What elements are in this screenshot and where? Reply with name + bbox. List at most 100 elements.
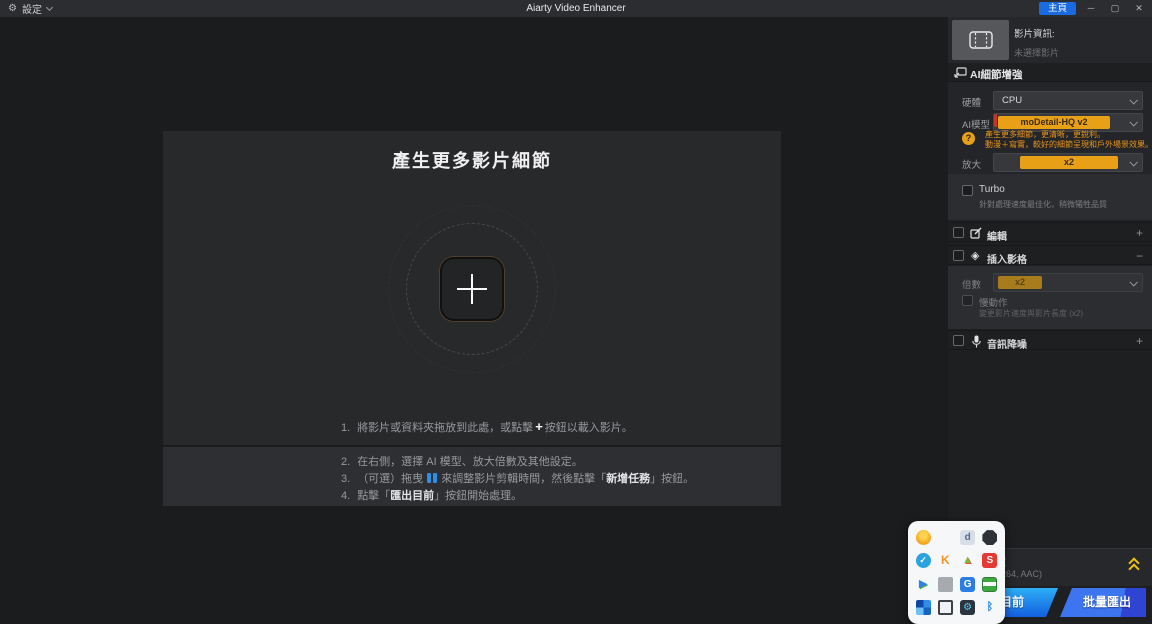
home-button[interactable]: 主頁: [1039, 2, 1076, 15]
step-number: 4.: [341, 490, 350, 502]
tray-icon-green-video-app[interactable]: [979, 573, 1001, 596]
titlebar: ⚙ 設定 Aiarty Video Enhancer 主頁 ─ ▢ ✕: [0, 0, 1152, 17]
edit-icon: [970, 227, 982, 239]
help-icon[interactable]: ?: [962, 132, 975, 145]
slow-motion-checkbox[interactable]: [962, 295, 973, 306]
minimize-button[interactable]: ─: [1082, 0, 1100, 17]
interpolation-checkbox[interactable]: [953, 250, 964, 261]
page-title: 產生更多影片細節: [163, 147, 781, 173]
tray-icon-mountain-app[interactable]: ▲: [957, 549, 979, 572]
add-video-button[interactable]: [440, 257, 504, 321]
film-icon: [969, 31, 993, 49]
hardware-dropdown[interactable]: CPU: [993, 91, 1143, 110]
instruction-step-4: 4.點擊「匯出目前」按鈕開始處理。: [341, 487, 522, 503]
audio-denoise-label: 音訊降噪: [987, 336, 1027, 351]
interpolation-collapse-button[interactable]: −: [1136, 249, 1143, 263]
audio-section-row: 音訊降噪 +: [948, 330, 1152, 350]
turbo-block: Turbo 針對處理速度最佳化，稍微犧牲品質: [948, 174, 1152, 220]
tray-icon-g-sync-app[interactable]: G: [957, 573, 979, 596]
tray-empty-slot: [934, 526, 956, 549]
step-text: 」按鈕。: [650, 473, 694, 485]
collapse-up-icon[interactable]: [1128, 557, 1142, 573]
tray-icon-monitor-app[interactable]: [934, 596, 956, 619]
tray-icon-bluetooth[interactable]: ᛒ: [979, 596, 1001, 619]
video-info-block: 影片資訊: 未選擇影片: [948, 17, 1152, 63]
edit-expand-button[interactable]: +: [1136, 226, 1143, 240]
model-label: AI模型: [962, 117, 990, 131]
tray-icon-play-arrow-app[interactable]: ▶: [912, 573, 934, 596]
check-app-icon: ✓: [916, 553, 931, 568]
hardware-label: 硬體: [962, 95, 981, 109]
slow-motion-label: 慢動作: [979, 295, 1008, 309]
main-drop-area[interactable]: 產生更多影片細節 1.將影片或資料夾拖放到此處，或點擊+按鈕以載入影片。: [163, 131, 781, 445]
tray-icon-key-app[interactable]: K: [934, 549, 956, 572]
tray-icon-dark-badge[interactable]: [979, 526, 1001, 549]
video-info-label: 影片資訊:: [1014, 26, 1055, 40]
step-text: 按鈕以載入影片。: [545, 422, 633, 434]
interpolation-label: 插入影格: [987, 251, 1027, 266]
audio-expand-button[interactable]: +: [1136, 334, 1143, 348]
multiplier-dropdown[interactable]: x2: [993, 273, 1143, 292]
enhance-icon: [954, 67, 967, 78]
monitor-icon: [938, 600, 953, 615]
gear-app-icon: ⚙: [960, 600, 975, 615]
maximize-button[interactable]: ▢: [1106, 0, 1124, 17]
tray-icon-windows-app[interactable]: [912, 596, 934, 619]
tray-icon-s-app[interactable]: S: [979, 549, 1001, 572]
step-number: 3.: [341, 473, 350, 485]
turbo-checkbox[interactable]: [962, 185, 973, 196]
enhance-section-header: AI細節增強: [948, 63, 1152, 82]
d-app-icon: d: [960, 530, 975, 545]
multiplier-value-pill: x2: [998, 276, 1042, 289]
instruction-step-3: 3. （可選）拖曳 來調整影片剪輯時間，然後點擊「新增任務」按鈕。: [341, 470, 694, 486]
window-controls: 主頁 ─ ▢ ✕: [1039, 0, 1148, 17]
scale-label: 放大: [962, 157, 981, 171]
step-number: 2.: [341, 456, 350, 468]
tray-icon-gray-square-app[interactable]: [934, 573, 956, 596]
step-text: 來調整影片剪輯時間，然後點擊「: [441, 473, 606, 485]
video-thumbnail-placeholder: [952, 20, 1009, 60]
app-title: Aiarty Video Enhancer: [0, 0, 1152, 17]
chevron-down-icon: [1129, 158, 1137, 166]
s-app-icon: S: [982, 553, 997, 568]
slow-motion-description: 變更影片速度與影片長度 (x2): [979, 308, 1083, 319]
step-number: 1.: [341, 422, 350, 434]
step-text: 將影片或資料夾拖放到此處，或點擊: [357, 422, 533, 434]
step-emphasis: 新增任務: [606, 473, 650, 485]
tray-icon-d-app[interactable]: d: [957, 526, 979, 549]
gray-square-icon: [938, 577, 953, 592]
system-tray-popup: d ✓ K ▲ S ▶ G ⚙ ᛒ: [908, 521, 1005, 624]
hardware-value: CPU: [1002, 95, 1022, 106]
model-value-pill: moDetail-HQ v2: [998, 116, 1110, 129]
scale-dropdown[interactable]: x2: [993, 153, 1143, 172]
tray-icon-check-app[interactable]: ✓: [912, 549, 934, 572]
chevron-down-icon: [1129, 278, 1137, 286]
windows-logo-icon: [916, 600, 931, 615]
scale-value-pill: x2: [1020, 156, 1118, 169]
g-sync-icon: G: [960, 577, 975, 592]
step-text: 」按鈕開始處理。: [434, 490, 522, 502]
model-flag-icon: [994, 114, 997, 127]
play-arrow-icon: ▶: [916, 577, 931, 592]
step-text: 點擊「: [357, 490, 390, 502]
instruction-step-2: 2.在右側，選擇 AI 模型、放大倍數及其他設定。: [341, 453, 583, 469]
close-button[interactable]: ✕: [1130, 0, 1148, 17]
section-title: AI細節增強: [970, 67, 1023, 82]
interpolation-options-panel: 倍數 x2 慢動作 變更影片速度與影片長度 (x2): [948, 266, 1152, 329]
chevron-down-icon: [1129, 96, 1137, 104]
instruction-step-1: 1.將影片或資料夾拖放到此處，或點擊+按鈕以載入影片。: [341, 419, 633, 435]
interpolation-section-row: ◈ 插入影格 −: [948, 245, 1152, 265]
microphone-icon: [972, 335, 981, 348]
step-text: （可選）拖曳: [357, 473, 423, 485]
frames-icon: ◈: [971, 249, 979, 262]
chevron-down-icon: [1129, 118, 1137, 126]
tray-icon-orange-pin[interactable]: [912, 526, 934, 549]
edit-checkbox[interactable]: [953, 227, 964, 238]
batch-export-button[interactable]: 批量匯出: [1060, 588, 1146, 617]
mountain-app-icon: ▲: [960, 553, 975, 568]
turbo-description: 針對處理速度最佳化，稍微犧牲品質: [979, 199, 1107, 210]
tray-icon-gear-app[interactable]: ⚙: [957, 596, 979, 619]
dark-badge-icon: [982, 530, 997, 545]
audio-denoise-checkbox[interactable]: [953, 335, 964, 346]
key-app-icon: K: [938, 553, 953, 568]
